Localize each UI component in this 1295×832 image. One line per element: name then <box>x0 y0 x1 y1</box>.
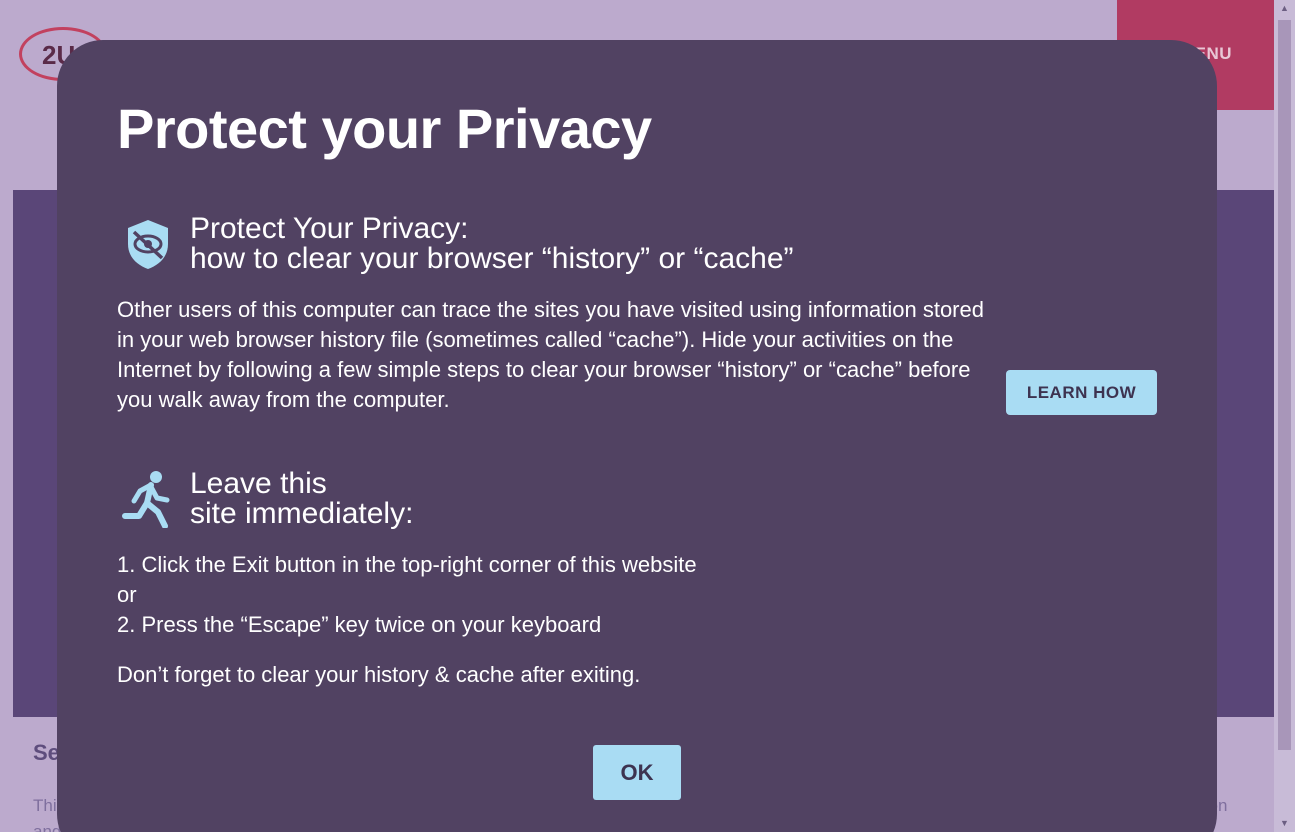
leave-heading-line2: site immediately: <box>190 497 414 530</box>
exit-step-or: or <box>117 582 137 607</box>
clear-cache-reminder: Don’t forget to clear your history & cac… <box>117 662 641 687</box>
shield-eye-off-icon <box>128 220 168 269</box>
scrollbar-thumb[interactable] <box>1278 20 1291 750</box>
privacy-description: Other users of this computer can trace t… <box>117 297 984 412</box>
card-title: Se <box>33 740 60 765</box>
ok-button[interactable]: OK <box>593 745 681 800</box>
page-scrollbar[interactable]: ▲ ▼ <box>1274 0 1295 832</box>
modal-title: Protect your Privacy <box>117 97 652 160</box>
scroll-down-arrow-icon[interactable]: ▼ <box>1274 815 1295 832</box>
exit-step-2: 2. Press the “Escape” key twice on your … <box>117 612 602 637</box>
learn-how-button[interactable]: LEARN HOW <box>1006 370 1157 415</box>
running-person-icon <box>122 471 170 528</box>
privacy-heading: Protect Your Privacy: how to clear your … <box>190 214 794 274</box>
exit-steps: 1. Click the Exit button in the top-righ… <box>117 550 697 640</box>
leave-heading-line1: Leave this <box>190 467 327 500</box>
scroll-up-arrow-icon[interactable]: ▲ <box>1274 0 1295 17</box>
privacy-heading-line2: how to clear your browser “history” or “… <box>190 242 794 275</box>
privacy-heading-line1: Protect Your Privacy: <box>190 212 469 245</box>
leave-heading: Leave this site immediately: <box>190 469 413 529</box>
exit-step-1: 1. Click the Exit button in the top-righ… <box>117 552 697 577</box>
privacy-modal: Protect your Privacy Protect Your Privac… <box>57 40 1217 832</box>
